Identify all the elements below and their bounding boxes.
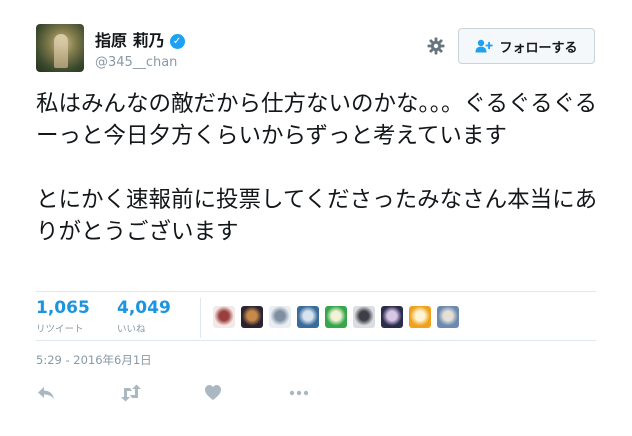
follow-button-label: フォローする xyxy=(499,40,578,56)
reply-icon[interactable] xyxy=(36,384,58,404)
liker-avatar-4[interactable] xyxy=(297,306,319,328)
add-user-icon xyxy=(475,39,494,53)
retweet-count[interactable]: 1,065 リツイート xyxy=(36,298,90,335)
like-count[interactable]: 4,049 いいね xyxy=(117,298,171,335)
liker-avatar-9[interactable] xyxy=(437,306,459,328)
heart-icon[interactable] xyxy=(204,384,226,404)
like-count-number: 4,049 xyxy=(117,298,171,318)
liker-avatar-5[interactable] xyxy=(325,306,347,328)
stats-separator xyxy=(200,298,201,338)
liker-avatars xyxy=(213,306,459,328)
verified-badge-icon: ✓ xyxy=(169,33,185,49)
liker-avatar-1[interactable] xyxy=(213,306,235,328)
more-icon[interactable] xyxy=(288,384,310,404)
liker-avatar-7[interactable] xyxy=(381,306,403,328)
user-name[interactable]: 指原 莉乃 ✓ xyxy=(95,32,185,50)
tweet-text: 私はみんなの敵だから仕方ないのかな。。。ぐるぐるぐるーっと今日夕方くらいからずっ… xyxy=(36,91,598,245)
like-count-label: いいね xyxy=(117,324,146,335)
stats-divider-top xyxy=(36,291,596,292)
liker-avatar-6[interactable] xyxy=(353,306,375,328)
stats-divider-bottom xyxy=(36,340,596,341)
liker-avatar-8[interactable] xyxy=(409,306,431,328)
profile-avatar[interactable] xyxy=(36,24,84,72)
retweet-count-number: 1,065 xyxy=(36,298,90,318)
retweet-count-label: リツイート xyxy=(36,324,84,335)
tweet-timestamp[interactable]: 5:29 - 2016年6月1日 xyxy=(36,352,152,368)
avatar-figure xyxy=(54,34,68,68)
liker-avatar-2[interactable] xyxy=(241,306,263,328)
follow-button[interactable]: フォローする xyxy=(458,28,595,64)
user-handle[interactable]: @345__chan xyxy=(95,55,177,70)
retweet-icon[interactable] xyxy=(120,384,142,404)
tweet-actions xyxy=(36,384,372,404)
gear-icon[interactable] xyxy=(427,37,445,55)
user-name-text: 指原 莉乃 xyxy=(95,31,165,50)
liker-avatar-3[interactable] xyxy=(269,306,291,328)
